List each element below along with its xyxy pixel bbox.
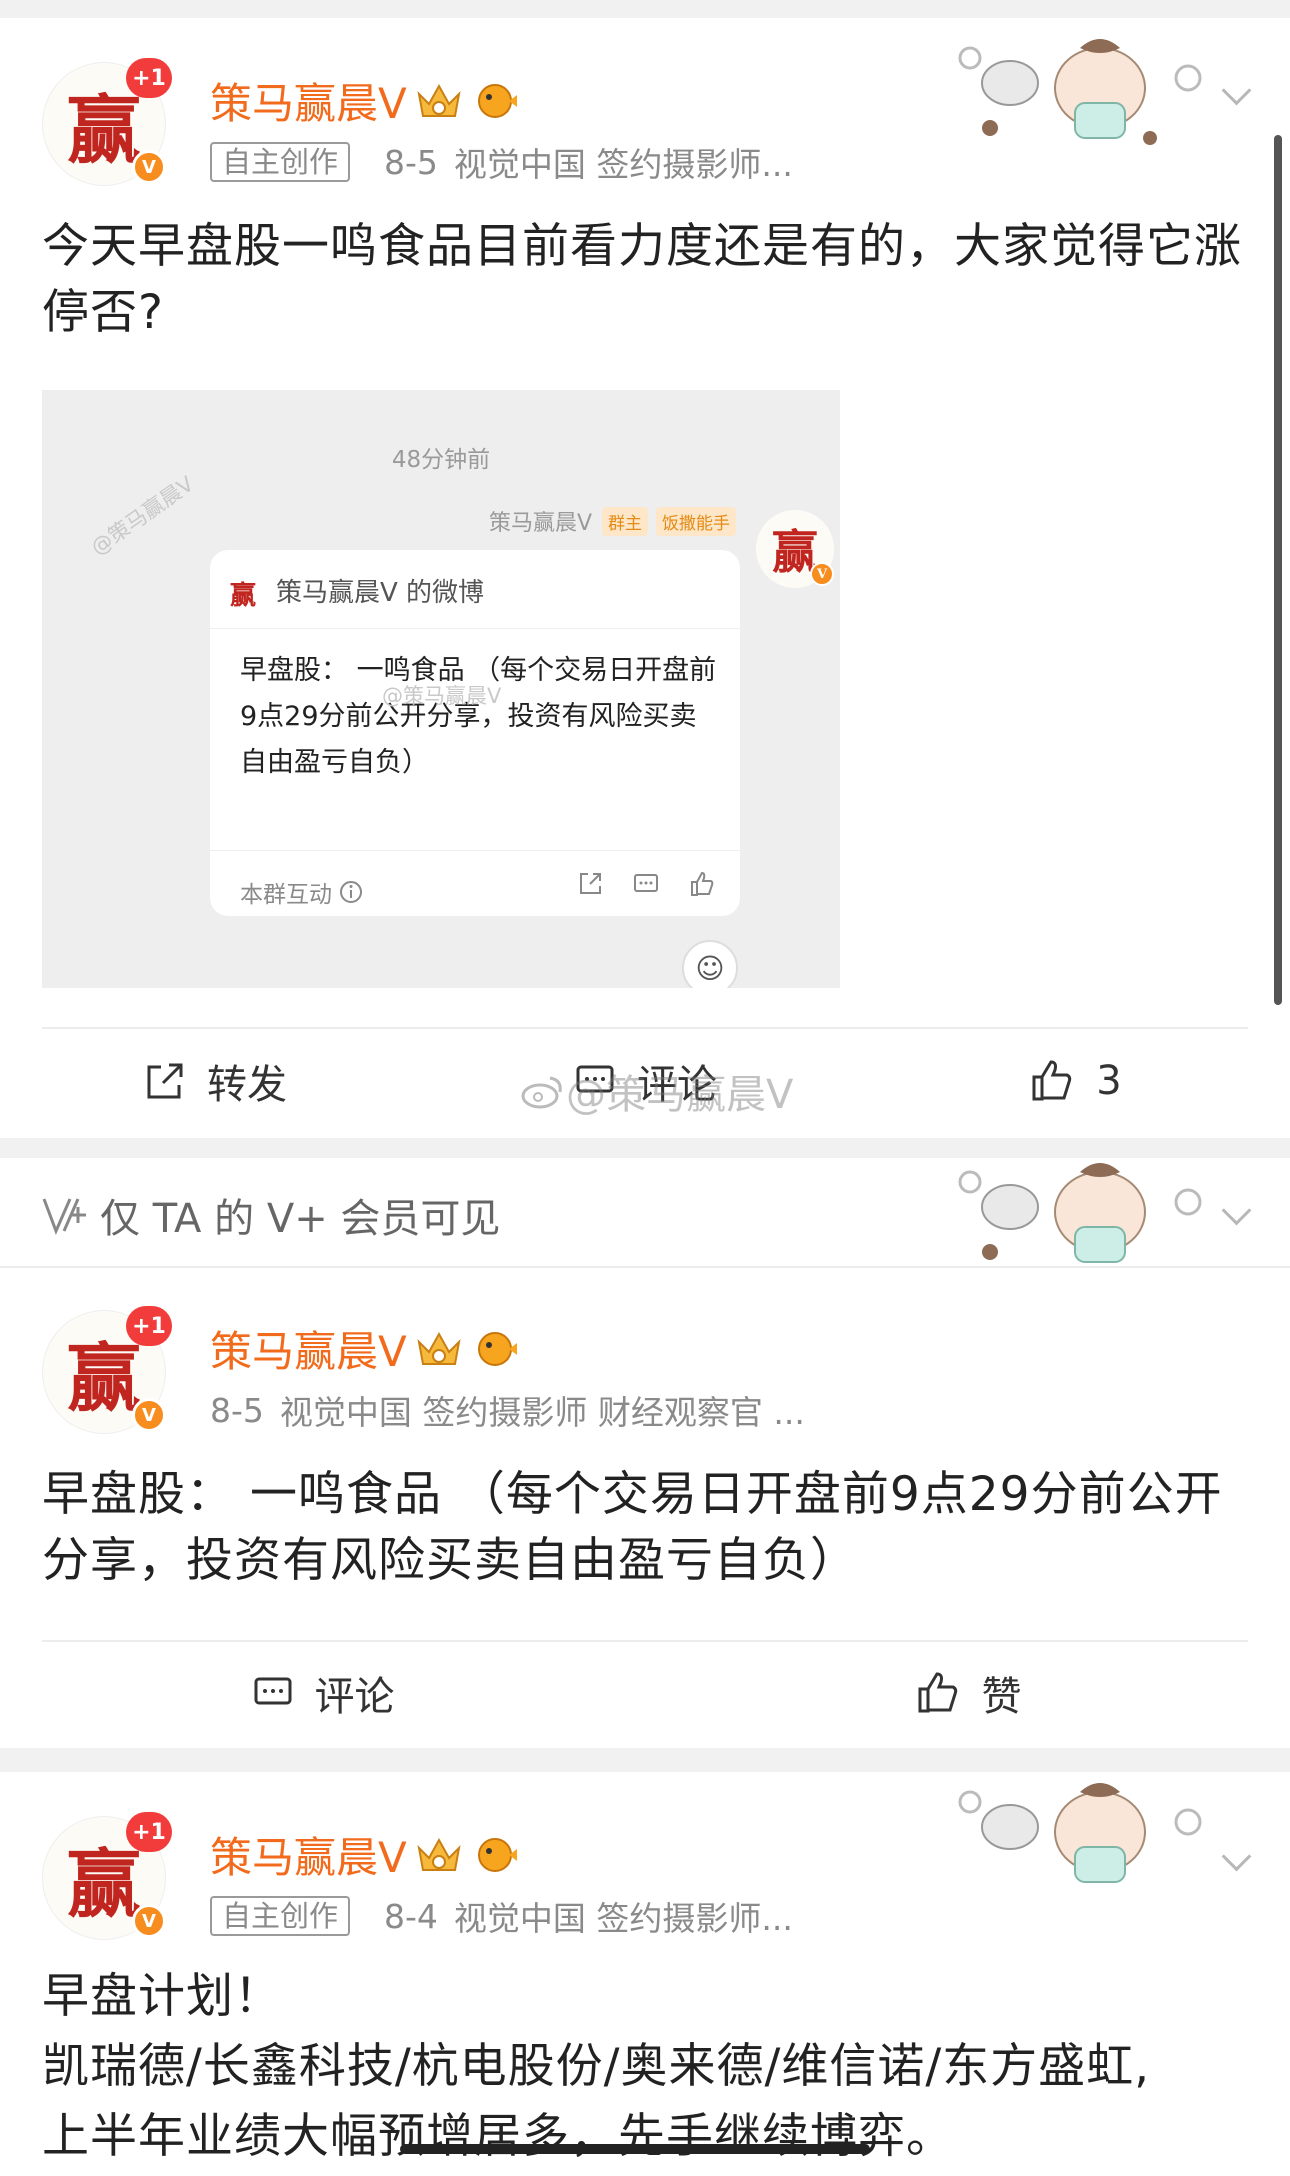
post-text-line-2: 凯瑞德/长鑫科技/杭电股份/奥来德/维信诺/东方盛虹, [42,2039,1151,2094]
avatar[interactable]: 赢 +1 V [42,1812,172,1944]
post-card-1: 赢 +1 V 策马赢晨V 自主创作 8-5 视觉中国 签约摄影师... 今天早盘… [0,18,1290,1138]
emoji-reaction-icon[interactable]: ☺ [682,940,738,988]
pufferfish-icon [477,1837,517,1872]
shared-card-text: 早盘股： 一鸣食品 （每个交易日开盘前9点29分前公开分享，投资有风险买卖自由盈… [240,655,717,778]
info-icon [340,881,362,903]
comment-label: 评论 [314,1674,395,1720]
post-text: 今天早盘股一鸣食品目前看力度还是有的，大家觉得它涨停否? [42,219,1242,340]
plus-one-badge: +1 [126,1306,172,1346]
post-menu-chevron-icon[interactable] [1222,78,1250,106]
image-watermark: @策马赢晨V [382,684,502,708]
original-tag: 自主创作 [210,142,351,182]
thumbs-up-icon [691,871,714,896]
shared-weibo-card: 赢 策马赢晨V 的微博 早盘股： 一鸣食品 （每个交易日开盘前9点29分前公开分… [210,550,740,916]
post-date: 8-4 [384,1896,438,1936]
post-meta: 8-5 视觉中国 签约摄影师 财经观察官 ... [210,1386,805,1434]
thumbs-up-icon [918,1672,957,1713]
card-divider [210,628,740,629]
post-card-3: 赢 +1 V 策马赢晨V 自主创作 8-4 视觉中国 签约摄影师... 早盘计划… [0,1772,1290,2176]
chat-sender: 策马赢晨V 群主 饭撒能手 [489,505,736,537]
username[interactable]: 策马赢晨V [210,1318,519,1379]
repost-icon [147,1063,183,1099]
crown-vip-icon [417,1837,461,1871]
crown-vip-icon [417,83,461,117]
group-interaction-label: 本群互动 [240,882,332,908]
scrollbar[interactable] [1274,135,1282,1005]
post-source: 视觉中国 签约摄影师... [453,1899,793,1938]
decorative-sticker-icon [958,1783,1202,1883]
like-count: 3 [1096,1058,1122,1104]
post-source: 视觉中国 签约摄影师... [453,145,793,184]
vip-only-notice: 仅 TA 的 V+ 会员可见 [40,1186,500,1244]
username-text: 策马赢晨V [210,79,407,128]
decorative-sticker-icon [958,39,1202,145]
verified-badge-icon: V [132,1904,166,1938]
share-icon [580,873,601,894]
thumbs-up-icon [1032,1060,1072,1101]
shared-card-title: 策马赢晨V 的微博 [276,578,485,608]
username-text: 策马赢晨V [210,1327,407,1376]
chat-verified-icon: V [810,562,834,586]
avatar[interactable]: 赢 +1 V [42,58,172,190]
member-title-badge: 饭撒能手 [656,506,736,536]
post-text: 早盘股： 一鸣食品 （每个交易日开盘前9点29分前公开分享，投资有风险买卖自由盈… [42,1467,1223,1588]
post-actions: 评论 赞 [0,1648,1290,1738]
actions-divider [42,1640,1248,1642]
avatar[interactable]: 赢 +1 V [42,1306,172,1438]
chat-timestamp: 48分钟前 [391,447,491,473]
plus-one-badge: +1 [126,1812,172,1852]
username-text: 策马赢晨V [210,1833,407,1882]
post-image[interactable]: 48分钟前 策马赢晨V 群主 饭撒能手 赢 V 赢 策马赢晨V 的微博 早盘股：… [42,390,840,988]
notice-divider [0,1266,1290,1268]
decorative-sticker-icon [958,1163,1202,1263]
weibo-watermark: @策马赢晨V [520,1062,793,1120]
post-text-line-3: 上半年业绩大幅预增居多，先手继续博弈。 [42,2109,954,2164]
actions-divider [42,1027,1248,1029]
verified-badge-icon: V [132,1398,166,1432]
crown-vip-icon [417,1331,461,1365]
post-date: 8-5 [384,142,438,182]
original-tag: 自主创作 [210,1896,351,1936]
verified-badge-icon: V [132,150,166,184]
post-menu-chevron-icon[interactable] [1222,1844,1250,1872]
post-menu-chevron-icon[interactable] [1222,1198,1250,1226]
shared-card-header: 赢 策马赢晨V 的微博 [230,572,485,611]
group-owner-badge: 群主 [602,506,648,536]
shared-card-footer: 本群互动 [240,875,364,909]
chat-sender-name: 策马赢晨V [488,511,592,536]
post-source: 视觉中国 签约摄影师 财经观察官 ... [279,1393,805,1432]
post-meta: 自主创作 8-5 视觉中国 签约摄影师... [210,138,793,186]
plus-one-badge: +1 [126,58,172,98]
post-date: 8-5 [210,1390,264,1430]
post-meta: 自主创作 8-4 视觉中国 签约摄影师... [210,1892,793,1940]
like-button[interactable]: 3 [860,1057,1290,1105]
comment-button[interactable]: 评论 [0,1664,645,1722]
pufferfish-icon [477,83,517,118]
comment-icon [634,874,658,892]
watermark-text: @策马赢晨V [566,1072,794,1118]
username[interactable]: 策马赢晨V [210,1824,519,1885]
post-text-line-1: 早盘计划！ [42,1969,282,2024]
post-card-2: 仅 TA 的 V+ 会员可见 赢 +1 V 策马赢晨V 8-5 视觉中国 签约摄… [0,1158,1290,1748]
username[interactable]: 策马赢晨V [210,70,519,131]
chat-avatar: 赢 V [756,510,834,588]
comment-icon [254,1677,291,1705]
repost-label: 转发 [207,1062,287,1108]
weibo-logo-icon [521,1076,562,1109]
vplus-icon [42,1198,86,1235]
card-divider [210,850,740,851]
like-button[interactable]: 赞 [645,1664,1290,1722]
home-indicator-bar [400,2144,870,2154]
like-label: 赞 [981,1674,1022,1720]
repost-button[interactable]: 转发 [0,1052,430,1110]
pufferfish-icon [477,1331,517,1366]
shared-card-actions [576,870,716,898]
vip-only-text: 仅 TA 的 V+ 会员可见 [100,1196,501,1242]
shared-card-avatar: 赢 [230,580,257,611]
image-watermark: @策马赢晨V [86,471,199,560]
